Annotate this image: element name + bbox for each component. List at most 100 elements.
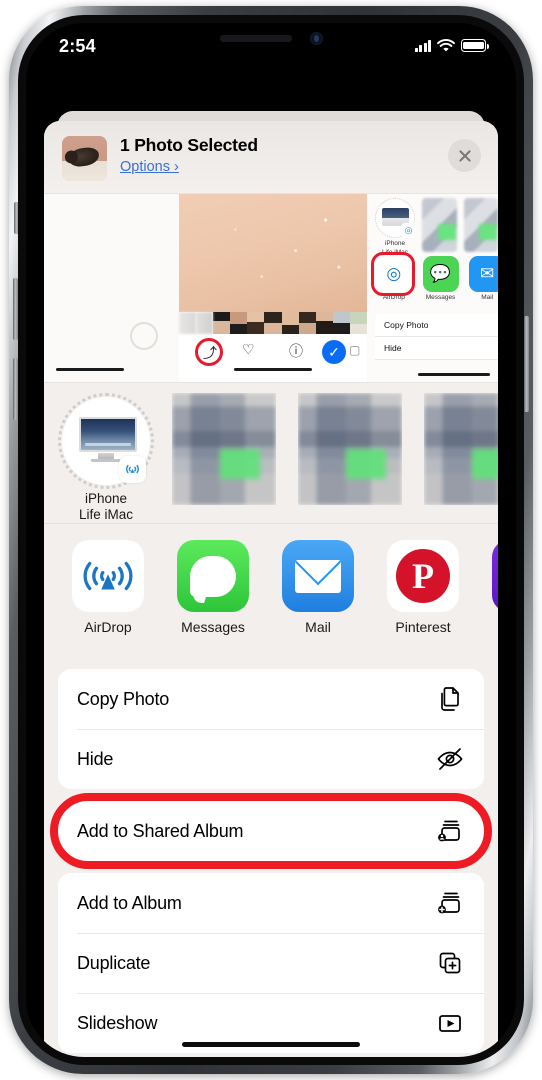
iphone-device-frame: 2:54 1 Photo Selected Options › ⤴ ♡ ⓘ ✓ … <box>9 6 533 1074</box>
imac-icon <box>79 417 137 462</box>
cellular-signal-icon <box>414 39 431 52</box>
duplicate-icon <box>436 949 466 977</box>
mail-icon: ✉ <box>469 256 498 292</box>
inset-app-label: Mail <box>481 294 494 301</box>
inset-blurred-contact-icon <box>422 198 457 252</box>
action-label: Slideshow <box>77 1012 158 1033</box>
inset-contact-label: iPhone <box>384 240 406 247</box>
blurred-contact-icon[interactable] <box>298 393 402 505</box>
inset-app-label: Messages <box>425 294 456 301</box>
add-to-album-icon <box>436 889 466 917</box>
mail-icon <box>282 540 354 612</box>
share-app-row: AirDrop Messages Mail P Pinterest <box>44 523 498 651</box>
inset-live-photo-icon: ⓘ <box>289 343 303 359</box>
notch <box>168 23 374 54</box>
messages-icon: 💬 <box>422 256 459 292</box>
share-app-label: Ya <box>486 619 498 635</box>
wifi-icon <box>437 39 455 52</box>
action-row-duplicate[interactable]: Duplicate <box>58 933 484 993</box>
share-app-label: Pinterest <box>395 619 451 635</box>
share-action-list: Copy Photo Hide Add to Shared Album Add … <box>44 651 498 1053</box>
inset-app-mail: ✉ Mail <box>468 256 498 310</box>
battery-full-icon <box>461 39 489 52</box>
inset-photo-preview <box>179 194 367 312</box>
share-app-pinterest[interactable]: P Pinterest <box>381 540 465 635</box>
home-indicator[interactable] <box>182 1041 360 1047</box>
blurred-contact-icon[interactable] <box>172 393 276 505</box>
airdrop-contact-imac[interactable]: iPhone Life iMac <box>58 393 154 523</box>
close-icon[interactable] <box>448 139 481 172</box>
inset-action-row: Hide <box>375 337 498 360</box>
inset-airdrop-row: ◎ iPhone Life iMac <box>367 198 498 256</box>
action-row-copy-photo[interactable]: Copy Photo <box>58 669 484 729</box>
airdrop-contact-label: iPhone <box>84 491 128 506</box>
copy-icon <box>436 685 466 713</box>
share-app-airdrop[interactable]: AirDrop <box>66 540 150 635</box>
share-app-yahoo[interactable]: y Ya <box>486 540 498 635</box>
messages-icon <box>177 540 249 612</box>
share-app-label: Mail <box>305 619 331 635</box>
share-sheet: 1 Photo Selected Options › ⤴ ♡ ⓘ ✓ ▢ ◎ i… <box>44 121 498 1057</box>
eye-slash-icon <box>436 745 466 773</box>
slideshow-icon <box>436 1009 466 1037</box>
power-button[interactable] <box>524 316 529 412</box>
action-group-primary: Copy Photo Hide <box>58 669 484 789</box>
inset-blurred-contact-icon <box>463 198 498 252</box>
inset-panel-center: ⤴ ♡ ⓘ ✓ ▢ <box>179 194 368 382</box>
inset-home-indicator <box>56 367 124 371</box>
airdrop-contact-label: Life iMac <box>78 507 134 523</box>
inset-airdrop-contact: ◎ iPhone Life iMac <box>375 198 416 256</box>
yahoo-icon: y <box>492 540 498 612</box>
share-app-messages[interactable]: Messages <box>171 540 255 635</box>
airdrop-contacts-row: iPhone Life iMac <box>44 383 498 523</box>
action-label: Duplicate <box>77 952 151 973</box>
action-row-add-to-album[interactable]: Add to Album <box>58 873 484 933</box>
status-bar-time: 2:54 <box>59 36 96 56</box>
selected-photo-thumbnail[interactable] <box>62 136 107 181</box>
inset-favorite-icon: ♡ <box>242 341 255 357</box>
blurred-contact-icon[interactable] <box>424 393 498 505</box>
inset-home-indicator <box>418 372 490 376</box>
page-title: 1 Photo Selected <box>120 135 258 155</box>
action-group-secondary: Add to Album Duplicate Slideshow <box>58 873 484 1053</box>
action-row-hide[interactable]: Hide <box>58 729 484 789</box>
shared-album-icon <box>436 817 466 845</box>
action-label: Hide <box>77 748 114 769</box>
share-app-label: Messages <box>181 619 245 635</box>
options-link[interactable]: Options › <box>120 159 179 175</box>
front-camera-icon <box>310 32 323 45</box>
inset-panel-left <box>44 194 179 382</box>
inset-app-messages: 💬 Messages <box>422 256 460 310</box>
inset-trash-icon: ▢ <box>349 343 361 357</box>
status-bar-icons <box>414 39 489 52</box>
inset-tutorial-image: ⤴ ♡ ⓘ ✓ ▢ ◎ iPhone Life iMac ◎ AirDrop 💬… <box>44 193 498 383</box>
inset-app-airdrop: ◎ AirDrop <box>371 252 415 310</box>
action-group-highlighted: Add to Shared Album <box>58 801 484 861</box>
pinterest-icon: P <box>387 540 459 612</box>
inset-home-indicator <box>234 367 312 371</box>
inset-action-list: Copy Photo Hide <box>375 314 498 360</box>
action-label: Add to Shared Album <box>77 820 244 841</box>
airdrop-badge-icon <box>119 456 146 483</box>
action-label: Add to Album <box>77 892 182 913</box>
inset-filmstrip <box>179 312 368 334</box>
inset-select-check-icon: ✓ <box>322 340 346 364</box>
share-app-label: AirDrop <box>84 619 132 635</box>
share-app-mail[interactable]: Mail <box>276 540 360 635</box>
inset-panel-right: ◎ iPhone Life iMac ◎ AirDrop 💬 Messages … <box>367 194 498 382</box>
inset-app-row: ◎ AirDrop 💬 Messages ✉ Mail <box>371 252 498 310</box>
inset-share-icon: ⤴ <box>203 345 217 361</box>
inset-airdrop-badge-icon: ◎ <box>401 223 416 238</box>
highlighted-action-wrapper: Add to Shared Album <box>50 793 492 869</box>
action-row-add-to-shared-album[interactable]: Add to Shared Album <box>58 801 484 861</box>
inset-action-row: Copy Photo <box>375 314 498 337</box>
inset-photo-toolbar: ⤴ ♡ ⓘ ✓ ▢ <box>179 337 367 367</box>
action-label: Copy Photo <box>77 688 170 709</box>
airdrop-icon <box>72 540 144 612</box>
earpiece-speaker-icon <box>220 35 292 42</box>
share-sheet-header: 1 Photo Selected Options › <box>44 121 498 193</box>
avatar <box>58 393 154 489</box>
inset-highlight-ring-airdrop <box>371 252 415 296</box>
phone-screen: 2:54 1 Photo Selected Options › ⤴ ♡ ⓘ ✓ … <box>26 23 516 1057</box>
inset-circle-outline <box>130 322 158 350</box>
